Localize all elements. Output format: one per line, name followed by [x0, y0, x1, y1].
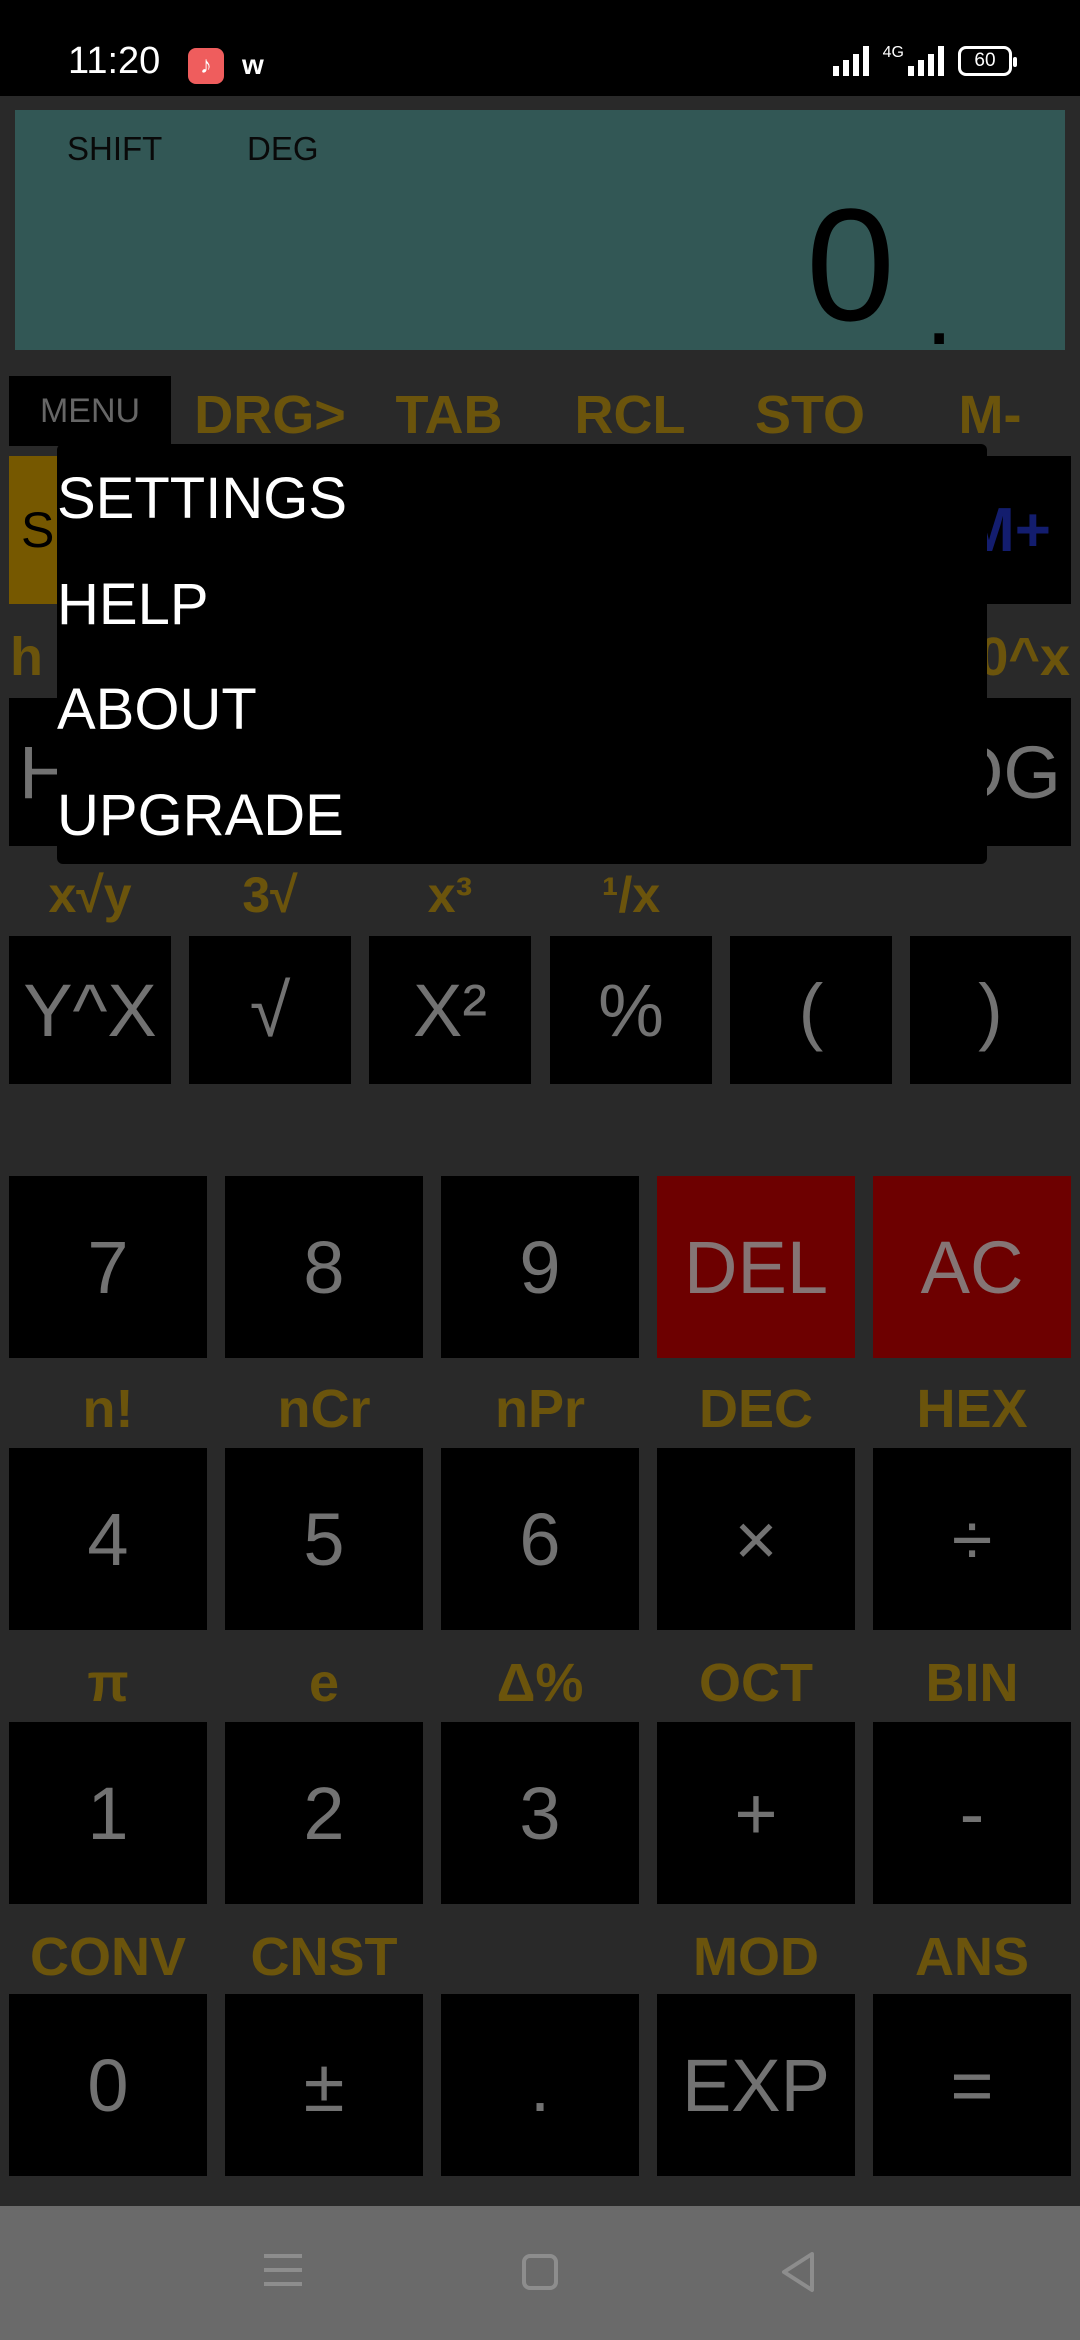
menu-item-about[interactable]: ABOUT: [57, 657, 987, 763]
status-time: 11:20: [68, 40, 161, 82]
menu-backdrop[interactable]: [0, 96, 1080, 2206]
network-type: 4G: [882, 44, 904, 61]
signal-icon: [832, 44, 869, 76]
navigation-bar: [0, 2206, 1080, 2340]
recent-apps-icon[interactable]: [264, 2254, 302, 2288]
menu-item-settings[interactable]: SETTINGS: [57, 446, 987, 552]
music-app-icon: ♪: [188, 48, 224, 84]
status-bar: 11:20 ♪ w 4G 60: [0, 0, 1080, 96]
menu-item-upgrade[interactable]: UPGRADE: [57, 763, 987, 869]
status-icons: 4G 60: [832, 44, 1017, 76]
battery-icon: 60: [958, 46, 1017, 76]
popup-menu: SETTINGS HELP ABOUT UPGRADE: [57, 444, 987, 864]
back-icon[interactable]: [778, 2250, 816, 2294]
menu-item-help[interactable]: HELP: [57, 552, 987, 658]
signal-icon-2: [908, 44, 944, 76]
home-icon[interactable]: [522, 2254, 558, 2290]
app-notification-icon: w: [242, 49, 264, 80]
